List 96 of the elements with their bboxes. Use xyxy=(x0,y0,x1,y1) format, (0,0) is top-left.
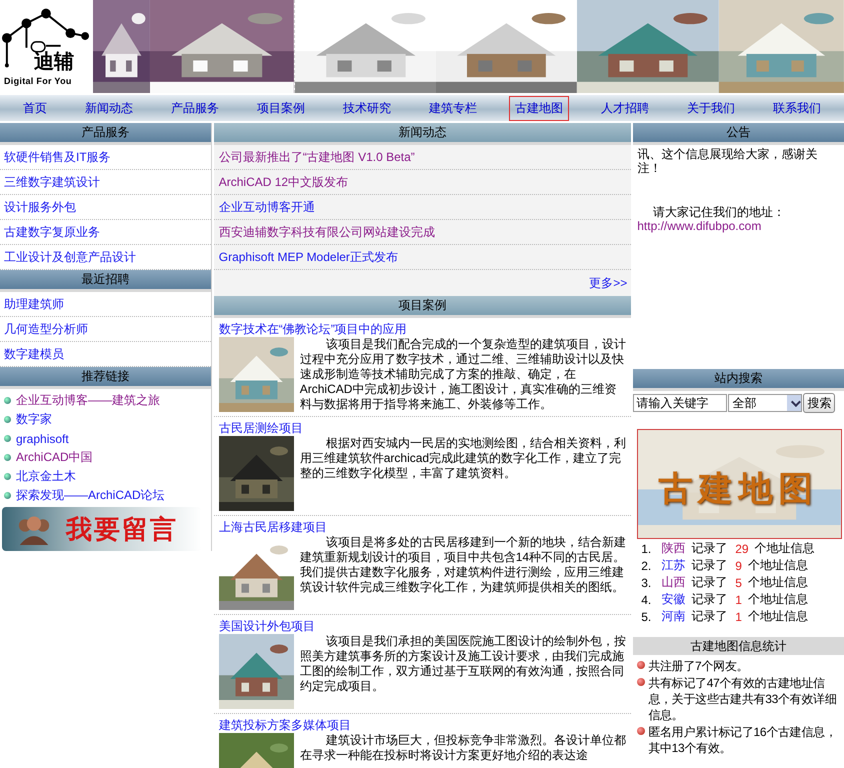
nav-link[interactable]: 建筑专栏 xyxy=(423,96,483,120)
rank-text: 记录了 xyxy=(691,557,728,574)
province-link[interactable]: 山西 xyxy=(661,574,686,591)
nav-link[interactable]: 人才招聘 xyxy=(595,96,655,120)
project-title[interactable]: 古民居测绘项目 xyxy=(218,420,626,436)
rank-text: 个地址信息 xyxy=(754,540,815,557)
stat-text: 共有标记了47个有效的古建地址信息，关于这些古建共有33个有效详细信息。 xyxy=(648,675,838,723)
rank-text: 个地址信息 xyxy=(748,608,808,625)
province-link[interactable]: 江苏 xyxy=(661,557,686,574)
project-description: 该项目是我们承担的美国医院施工图设计的绘制外包，按照美方建筑事务所的方案设计及施工设计要求，由我们完成施工图的绘制工作，双方通过基于互联网的有效沟通，按照合同约定完成项目。 xyxy=(300,634,626,694)
logo-text: 迪辅 xyxy=(34,50,74,75)
bullet-icon xyxy=(4,454,11,461)
project-title[interactable]: 建筑投标方案多媒体项目 xyxy=(218,717,626,733)
bullet-icon xyxy=(4,416,11,423)
news-link[interactable]: 西安迪辅数字科技有限公司网站建设完成 xyxy=(218,224,435,240)
bullet-icon xyxy=(4,435,11,442)
news-link[interactable]: Graphisoft MEP Modeler正式发布 xyxy=(218,248,398,266)
project-description: 根据对西安城内一民居的实地测绘图，结合相关资料，利用三维建筑软件archicad完成此建筑的数字化工作，建立了完整的三维数字化模型，丰富了建筑资料。 xyxy=(300,436,626,481)
rank-number: 1. xyxy=(641,542,652,556)
rank-number: 2. xyxy=(641,558,652,572)
section-header: 产品服务 xyxy=(0,123,211,145)
logo-tagline: Digital For You xyxy=(4,76,72,86)
rank-text: 记录了 xyxy=(691,608,728,625)
nav-link[interactable]: 古建地图 xyxy=(509,96,569,120)
more-link[interactable]: 更多>> xyxy=(589,274,628,292)
section-header: 古建地图信息统计 xyxy=(633,637,844,655)
province-link[interactable]: 河南 xyxy=(661,608,686,625)
people-icon xyxy=(18,516,50,545)
rank-number: 3. xyxy=(641,576,652,590)
search-button[interactable]: 搜索 xyxy=(803,393,836,413)
province-link[interactable]: 安徽 xyxy=(661,591,686,608)
project-title[interactable]: 数字技术在“佛教论坛”项目中的应用 xyxy=(218,321,626,337)
rank-number: 5. xyxy=(641,610,652,624)
rank-text: 记录了 xyxy=(691,574,728,591)
banner-title: 古建地图 xyxy=(658,469,818,510)
rank-text: 个地址信息 xyxy=(748,557,808,574)
rank-text: 个地址信息 xyxy=(748,591,808,608)
search-field[interactable]: 请输入关键字 xyxy=(633,394,728,412)
sidebar-link[interactable]: 北京金土木 xyxy=(16,468,76,485)
project-title[interactable]: 上海古民居移建项目 xyxy=(218,519,626,535)
news-link[interactable]: 公司最新推出了“古建地图 V1.0 Beta” xyxy=(218,148,415,166)
rank-text: 个地址信息 xyxy=(748,574,808,591)
url-link[interactable]: http://www.difubpo.com xyxy=(637,219,840,233)
record-count: 29 xyxy=(735,542,749,556)
sidebar-link[interactable]: 古建数字复原业务 xyxy=(4,224,100,240)
bullet-icon xyxy=(637,727,646,735)
sidebar-link[interactable]: 三维数字建筑设计 xyxy=(4,174,100,190)
record-count: 1 xyxy=(735,592,742,606)
record-count: 1 xyxy=(735,610,742,624)
sidebar-link[interactable]: 几何造型分析师 xyxy=(4,320,88,338)
nav-link[interactable]: 联系我们 xyxy=(767,96,827,120)
stat-text: 共注册了7个网友。 xyxy=(648,658,748,674)
project-description: 建筑设计市场巨大，但投标竞争非常激烈。各设计单位都在寻求一种能在投标时将设计方案更好地介绍的表达途 xyxy=(300,733,626,763)
nav-link[interactable]: 技术研究 xyxy=(337,96,397,120)
rank-text: 记录了 xyxy=(691,540,728,557)
nav-link[interactable]: 产品服务 xyxy=(165,96,225,120)
sidebar-link[interactable]: 工业设计及创意产品设计 xyxy=(4,248,136,266)
news-link[interactable]: ArchiCAD 12中文版发布 xyxy=(218,174,348,190)
sidebar-link[interactable]: ArchiCAD中国 xyxy=(16,449,93,466)
bullet-icon xyxy=(4,492,11,499)
stat-text: 匿名用户累计标记了16个古建信息，其中13个有效。 xyxy=(648,724,838,756)
section-header: 推荐链接 xyxy=(0,367,211,389)
record-count: 5 xyxy=(735,576,742,590)
sidebar-link[interactable]: 数字建模员 xyxy=(4,346,64,362)
project-description: 该项目是我们配合完成的一个复杂造型的建筑项目，设计过程中充分应用了数字技术，通过二维、三维辅助设计以及快速成形制造等技术辅助完成了方案的推敲、确定，在ArchiCAD中完成初步设计，施工图设计，真实准确的三维资料与数据将用于指导将来施工、外装修等工作。 xyxy=(300,337,626,412)
section-header: 公告 xyxy=(633,123,844,145)
nav-link[interactable]: 首页 xyxy=(17,96,53,120)
sidebar-link[interactable]: 设计服务外包 xyxy=(4,198,76,216)
section-header: 新闻动态 xyxy=(214,123,632,145)
record-count: 9 xyxy=(735,558,742,572)
bullet-icon xyxy=(4,397,11,404)
bullet-icon xyxy=(4,473,11,480)
section-header: 项目案例 xyxy=(214,296,632,318)
sidebar-link[interactable]: 探索发现——ArchiCAD论坛 xyxy=(16,487,165,504)
project-title[interactable]: 美国设计外包项目 xyxy=(218,618,626,634)
sidebar-link[interactable]: 助理建筑师 xyxy=(4,296,64,312)
nav-link[interactable]: 项目案例 xyxy=(251,96,311,120)
rank-text: 记录了 xyxy=(691,591,728,608)
project-description: 该项目是将多处的古民居移建到一个新的地块，结合新建建筑重新规划设计的项目，项目中共包含14种不同的古民居。我们提供古建数字化服务，对建筑构件进行测绘，应用三维建筑设计软件完成三维数字化工作，为建筑师提供相关的图纸。 xyxy=(300,535,626,595)
sidebar-link[interactable]: 数字家 xyxy=(16,411,52,428)
nav-link[interactable]: 关于我们 xyxy=(681,96,741,120)
sidebar-link[interactable]: 软硬件销售及IT服务 xyxy=(4,148,111,166)
province-link[interactable]: 陕西 xyxy=(661,540,686,557)
news-link[interactable]: 企业互动博客开通 xyxy=(218,198,315,216)
scope-dropdown[interactable]: 全部 xyxy=(728,394,802,412)
bullet-icon xyxy=(637,678,646,686)
caret-icon xyxy=(787,395,802,411)
section-header: 最近招聘 xyxy=(0,270,211,292)
section-header: 站内搜索 xyxy=(633,369,844,391)
rank-number: 4. xyxy=(641,592,652,606)
notice-text: 请大家记住我们的地址： xyxy=(652,205,786,219)
sidebar-link[interactable]: graphisoft xyxy=(16,432,69,446)
nav-link[interactable]: 新闻动态 xyxy=(79,96,139,120)
sidebar-link[interactable]: 企业互动博客——建筑之旅 xyxy=(16,392,160,409)
bullet-icon xyxy=(637,661,646,669)
notice-text: 讯、这个信息展现给大家，感谢关注！ xyxy=(637,147,818,175)
